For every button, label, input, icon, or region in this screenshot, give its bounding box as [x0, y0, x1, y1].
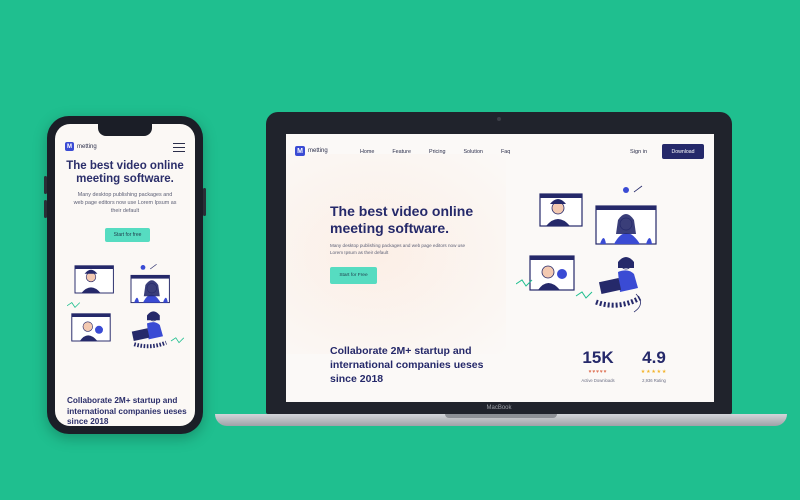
nav-links: Home Feature Pricing Solution Faq [360, 149, 528, 155]
stat-value: 4.9 [642, 348, 666, 367]
hearts-rating-icon: ♥♥♥♥♥ [588, 369, 608, 375]
stat-downloads: 15K ♥♥♥♥♥ Active Downloads [576, 348, 620, 383]
phone-volume-button [44, 176, 47, 194]
nav-link-feature[interactable]: Feature [392, 149, 411, 155]
mobile-video-call-illustration [67, 263, 185, 349]
phone-screen: M metting The best video online meeting … [55, 124, 195, 426]
desktop-navbar: M metting Home Feature Pricing Solution … [286, 134, 714, 170]
nav-link-solution[interactable]: Solution [463, 149, 482, 155]
mobile-tagline: Collaborate 2M+ startup and internationa… [67, 396, 187, 426]
laptop-base [215, 414, 787, 426]
hero-description: Many desktop publishing packages and web… [330, 243, 466, 255]
dot-decoration [623, 187, 629, 193]
mobile-hero-description: Many desktop publishing packages and web… [73, 192, 177, 214]
video-call-illustration [516, 185, 657, 313]
video-window-icon [595, 205, 657, 245]
phone-notch [98, 124, 152, 136]
nav-link-home[interactable]: Home [360, 149, 374, 155]
laptop-label: MacBook [486, 405, 512, 411]
squiggle-decoration [67, 302, 81, 309]
logo-text: metting [308, 148, 328, 154]
stat-label: 2,936 Rating [642, 378, 666, 383]
phone-power-button [203, 188, 206, 216]
video-window-icon [74, 265, 114, 294]
nav-link-pricing[interactable]: Pricing [429, 149, 445, 155]
hamburger-icon[interactable] [173, 143, 185, 152]
mobile-navbar: M metting [65, 142, 185, 154]
phone-mockup: M metting The best video online meeting … [44, 116, 206, 434]
tagline: Collaborate 2M+ startup and internationa… [330, 345, 484, 385]
stat-rating: 4.9 ★★★★★ 2,936 Rating [632, 348, 676, 383]
video-window-icon [539, 193, 583, 227]
hero-title: The best video online meeting software. [330, 203, 474, 236]
nav-link-faq[interactable]: Faq [501, 149, 510, 155]
person-with-laptop-icon [131, 311, 167, 349]
person-with-laptop-icon [595, 257, 642, 313]
mobile-logo[interactable]: M metting [65, 142, 97, 151]
squiggle-decoration [575, 291, 593, 299]
star-rating-icon: ★★★★★ [640, 369, 668, 375]
line-decoration [150, 263, 157, 270]
phone-volume-button [44, 200, 47, 218]
video-window-icon [529, 255, 575, 291]
laptop-base-notch [445, 414, 557, 418]
mobile-hero-title: The best video online meeting software. [66, 160, 184, 185]
desktop-logo[interactable]: M metting [295, 146, 328, 156]
dot-decoration [140, 265, 146, 270]
download-button[interactable]: Download [662, 144, 704, 159]
logo-icon: M [295, 146, 305, 156]
line-decoration [633, 185, 643, 193]
start-for-free-button[interactable]: Start for Free [330, 267, 377, 284]
video-window-icon [130, 274, 170, 304]
sign-in-link[interactable]: Sign in [630, 149, 647, 155]
logo-icon: M [65, 142, 74, 151]
stat-value: 15K [582, 348, 614, 367]
video-window-icon [71, 313, 111, 342]
laptop-screen: M metting Home Feature Pricing Solution … [286, 134, 714, 402]
camera-icon [497, 117, 501, 121]
stat-label: Active Downloads [581, 378, 615, 383]
logo-text: metting [77, 143, 97, 150]
mobile-start-button[interactable]: Start for free [105, 228, 150, 242]
squiggle-decoration [170, 337, 185, 344]
